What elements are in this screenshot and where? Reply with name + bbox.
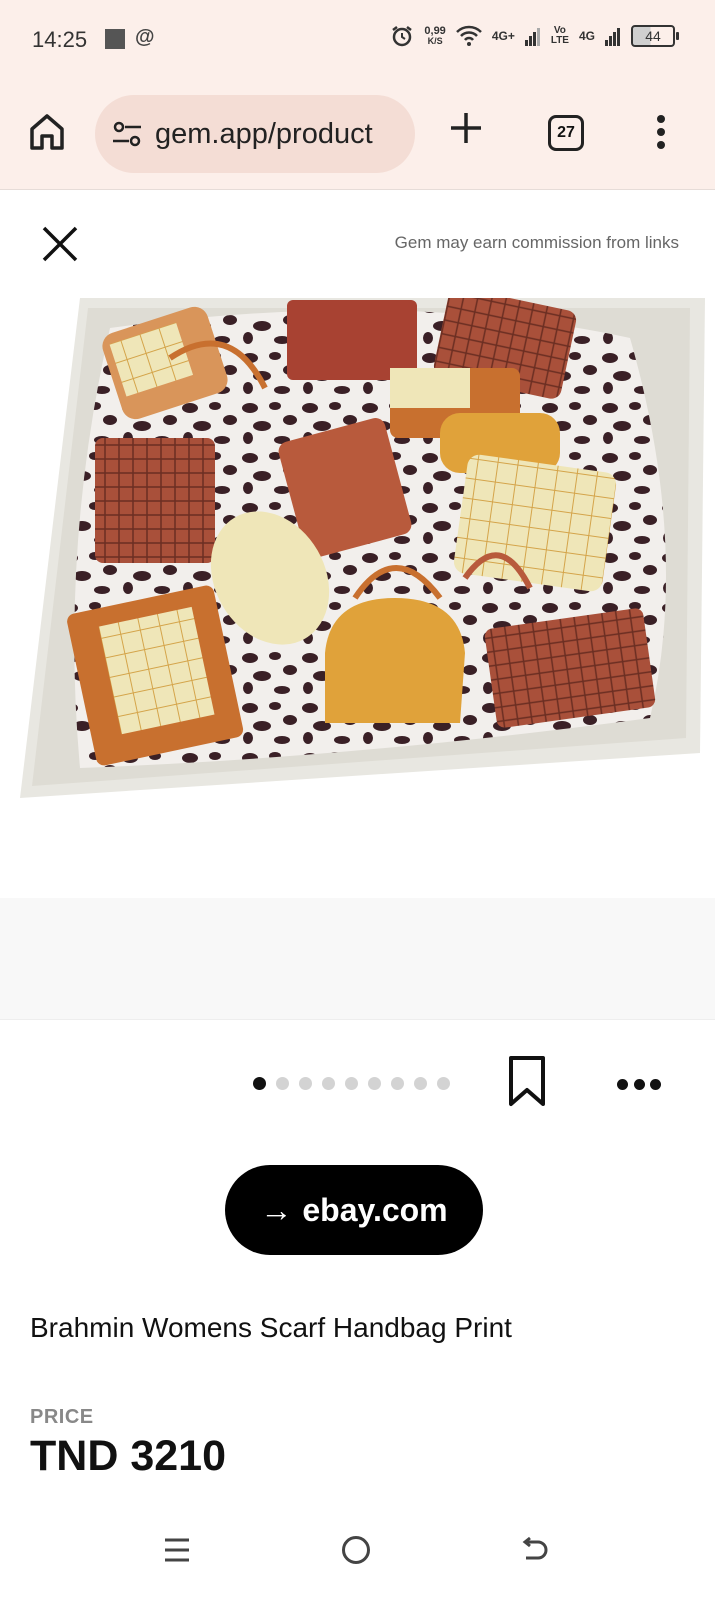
signal-type-1: 4G+	[491, 29, 515, 43]
arrow-right-icon: →	[260, 1191, 293, 1228]
alarm-icon	[392, 26, 413, 47]
carousel-dot[interactable]	[414, 1077, 427, 1090]
product-title: Brahmin Womens Scarf Handbag Print	[30, 1312, 512, 1343]
address-bar[interactable]: gem.app/product	[95, 95, 415, 173]
wifi-icon	[455, 25, 482, 46]
url-text[interactable]: gem.app/product	[155, 118, 400, 151]
carousel-dot[interactable]	[253, 1077, 266, 1090]
carousel-dot[interactable]	[391, 1077, 404, 1090]
store-link-label: ebay.com	[302, 1191, 448, 1228]
commission-note: Gem may earn commission from links	[394, 233, 679, 252]
carousel-dot[interactable]	[437, 1077, 450, 1090]
site-settings-icon[interactable]	[111, 119, 143, 149]
net-speed: 0,99 K/S	[424, 25, 446, 47]
signal-bars-icon-2	[605, 28, 620, 46]
visit-store-button[interactable]: → ebay.com	[225, 1165, 483, 1255]
volte-badge: Vo LTE	[550, 25, 569, 46]
carousel-dot[interactable]	[276, 1077, 289, 1090]
new-tab-icon[interactable]	[448, 110, 484, 146]
carousel-dot[interactable]	[299, 1077, 312, 1090]
system-nav-bar	[0, 1520, 715, 1600]
home-icon[interactable]	[28, 112, 66, 152]
carousel-dot[interactable]	[345, 1077, 358, 1090]
signal-type-2: 4G	[578, 29, 595, 43]
status-bar: 14:25 @ 0,99 K/S 4G+ Vo LTE 4G 44	[0, 0, 715, 80]
price-label: PRICE	[30, 1406, 94, 1428]
carousel-pagination[interactable]	[253, 1077, 450, 1090]
back-icon[interactable]	[518, 1534, 550, 1566]
tab-switcher-button[interactable]: 27	[548, 115, 584, 151]
carousel-dot[interactable]	[368, 1077, 381, 1090]
browser-toolbar: gem.app/product 27	[0, 80, 715, 190]
status-time: 14:25	[32, 27, 88, 52]
battery-icon: 44	[631, 25, 679, 47]
bookmark-icon[interactable]	[507, 1055, 547, 1107]
more-options-icon[interactable]	[617, 1077, 661, 1091]
page-header: Gem may earn commission from links	[0, 190, 715, 298]
close-icon[interactable]	[38, 222, 82, 266]
browser-menu-icon[interactable]	[655, 114, 667, 150]
product-image[interactable]	[0, 298, 715, 898]
threads-icon: @	[135, 26, 155, 48]
carousel-dot[interactable]	[322, 1077, 335, 1090]
status-icons: 0,99 K/S 4G+ Vo LTE 4G 44	[390, 24, 679, 48]
image-gallery-bg	[0, 898, 715, 1020]
recent-apps-icon[interactable]	[163, 1535, 191, 1565]
nav-home-icon[interactable]	[342, 1536, 370, 1564]
scarf-illustration	[20, 298, 705, 798]
signal-bars-icon	[524, 28, 540, 46]
price-value: TND 3210	[30, 1432, 226, 1480]
notification-square-icon	[105, 29, 125, 49]
